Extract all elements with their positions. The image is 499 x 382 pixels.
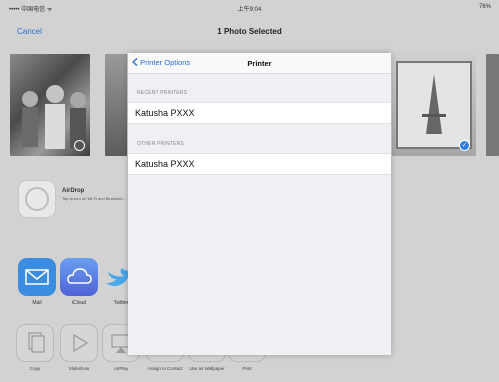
copy-icon[interactable]: [16, 324, 54, 362]
selection-checkmark-icon[interactable]: ✓: [459, 140, 470, 151]
share-sheet-header: Cancel 1 Photo Selected: [0, 14, 499, 46]
photo-thumbnail[interactable]: [105, 54, 127, 156]
photo-thumbnail[interactable]: ✓: [392, 54, 476, 156]
other-printers-header: OTHER PRINTERS: [137, 141, 184, 147]
action-label-airplay: AirPlay: [113, 366, 129, 371]
popover-title: Printer: [247, 59, 272, 68]
printer-row-other[interactable]: Katusha PXXX: [128, 153, 391, 175]
recent-printers-header: RECENT PRINTERS: [137, 90, 188, 96]
battery-level: 76%: [478, 4, 491, 10]
printer-row-recent[interactable]: Katusha PXXX: [128, 102, 391, 124]
app-label-icloud: iCloud: [71, 300, 87, 306]
action-label-print: Print: [242, 366, 252, 371]
action-label-copy: Copy: [29, 366, 41, 371]
selection-title: 1 Photo Selected: [217, 27, 282, 36]
mail-icon[interactable]: [18, 258, 56, 296]
photo-thumbnail[interactable]: [486, 54, 499, 156]
printer-name: Katusha PXXX: [135, 108, 195, 118]
action-label-slideshow: Slideshow: [68, 366, 90, 371]
status-time: 上午9:04: [237, 7, 262, 13]
airdrop-subtitle: Tap to turn on Wi-Fi and Bluetooth...: [62, 196, 127, 201]
airdrop-title: AirDrop: [62, 188, 85, 194]
action-label-assign-contact: Assign to Contact: [147, 366, 183, 371]
icloud-icon[interactable]: [60, 258, 98, 296]
action-label-wallpaper: Use as Wallpaper: [189, 366, 225, 371]
app-label-mail: Mail: [32, 300, 42, 306]
selection-checkmark-icon[interactable]: [74, 140, 85, 151]
popover-header: Printer Options Printer: [128, 53, 391, 74]
slideshow-icon[interactable]: [60, 324, 98, 362]
status-bar: ••••• 中国电信 ᯤ 上午9:04 76%: [0, 0, 499, 14]
airdrop-icon[interactable]: [18, 180, 56, 218]
printer-name: Katusha PXXX: [135, 159, 195, 169]
photo-thumbnail[interactable]: [10, 54, 90, 156]
printer-selection-popover: Printer Options Printer RECENT PRINTERS …: [128, 53, 391, 355]
